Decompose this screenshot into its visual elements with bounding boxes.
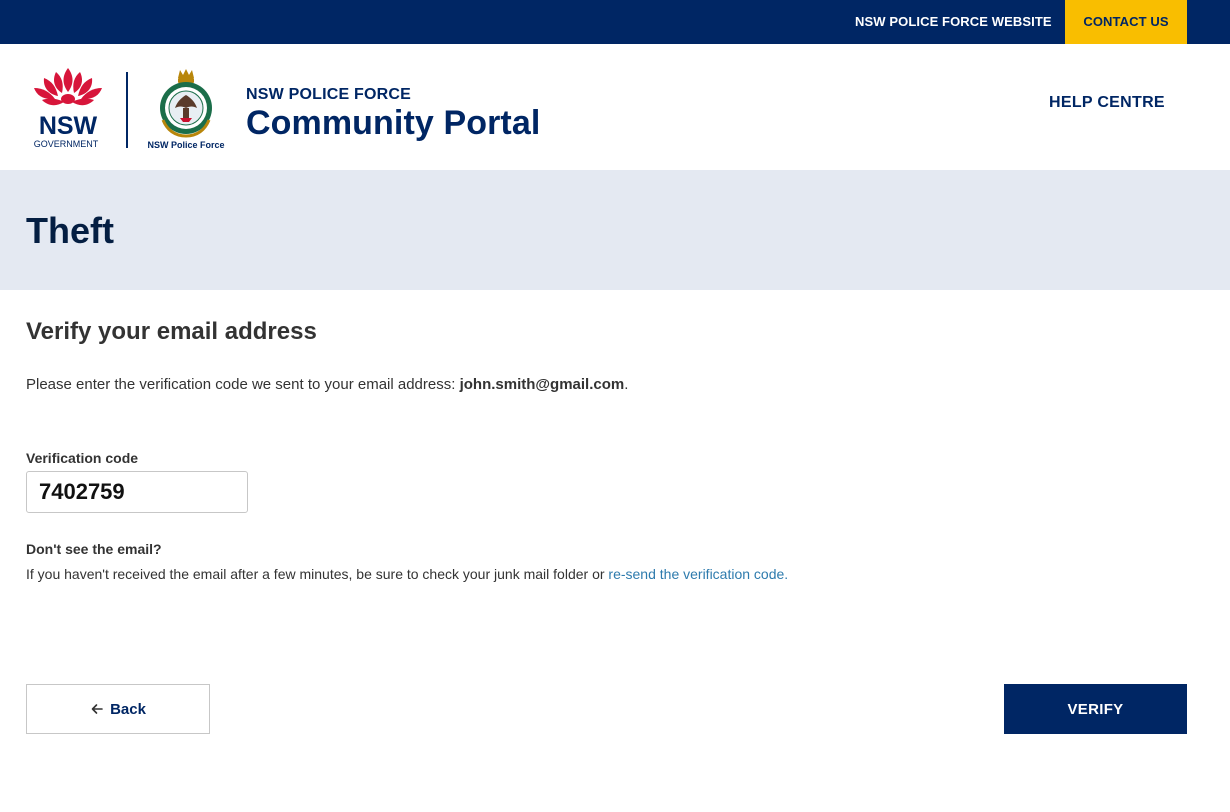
police-website-link[interactable]: NSW POLICE FORCE WEBSITE <box>855 0 1052 44</box>
help-centre-link[interactable]: HELP CENTRE <box>1049 94 1165 112</box>
email-address: john.smith@gmail.com <box>459 376 625 393</box>
portal-title: Community Portal <box>246 104 541 142</box>
verification-code-input[interactable] <box>26 471 248 513</box>
logo-divider <box>126 72 128 148</box>
arrow-left-icon <box>90 702 104 716</box>
nsw-government-logo[interactable]: NSW GOVERNMENT <box>28 66 108 150</box>
contact-us-link[interactable]: CONTACT US <box>1065 0 1187 44</box>
missing-email-text: If you haven't received the email after … <box>26 566 609 582</box>
verify-button[interactable]: VERIFY <box>1004 684 1187 734</box>
site-header: NSW GOVERNMENT NSW Police Force NSW POLI… <box>0 44 1230 170</box>
page-title-band: Theft <box>0 170 1230 290</box>
back-button-label: Back <box>110 700 146 718</box>
police-logo-caption: NSW Police Force <box>147 140 224 150</box>
nsw-logo-text: NSW <box>39 112 98 140</box>
missing-email-heading: Don't see the email? <box>26 541 162 557</box>
instruction-suffix: . <box>624 376 629 393</box>
nsw-police-force-logo[interactable]: NSW Police Force <box>145 68 227 150</box>
resend-code-link[interactable]: re-send the verification code. <box>608 566 788 582</box>
page-title: Theft <box>26 210 114 251</box>
verify-email-heading: Verify your email address <box>26 318 317 345</box>
missing-email-help: If you haven't received the email after … <box>26 566 788 582</box>
portal-subtitle: NSW POLICE FORCE <box>246 86 411 103</box>
verification-code-label: Verification code <box>26 450 139 466</box>
instruction-prefix: Please enter the verification code we se… <box>26 376 460 393</box>
back-button[interactable]: Back <box>26 684 210 734</box>
nsw-logo-subtext: GOVERNMENT <box>34 139 99 149</box>
utility-bar: NSW POLICE FORCE WEBSITE CONTACT US <box>0 0 1230 44</box>
verification-instructions: Please enter the verification code we se… <box>26 376 628 393</box>
